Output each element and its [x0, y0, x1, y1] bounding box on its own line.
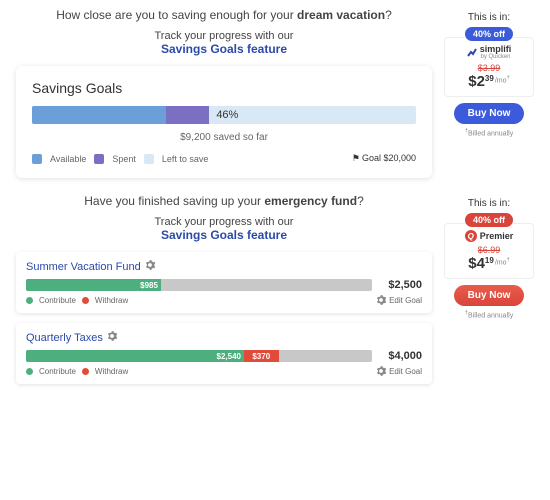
tagline: Track your progress with our	[16, 30, 432, 42]
pct-off-badge: 40% off	[465, 27, 513, 41]
billed-annually: †Billed annually	[444, 128, 534, 137]
buy-now-button[interactable]: Buy Now	[454, 285, 525, 306]
dot-contribute	[26, 297, 33, 304]
quicken-icon: Q	[465, 230, 477, 242]
gear-icon[interactable]	[145, 260, 155, 273]
offer-simplifi: This is in: 40% off simplifiby Quicken $…	[444, 8, 534, 178]
edit-goal-link[interactable]: Edit Goal	[376, 295, 422, 305]
prompt-text: How close are you to saving enough for y…	[16, 8, 432, 22]
bar-available	[32, 106, 166, 124]
brand-simplifi: simplifiby Quicken	[449, 44, 529, 60]
swatch-available	[32, 154, 42, 164]
swatch-left	[144, 154, 154, 164]
progress-bar: 46%	[32, 106, 416, 124]
old-price: $6.99	[449, 245, 529, 255]
section-dream-vacation: How close are you to saving enough for y…	[0, 0, 550, 186]
old-price: $3.99	[449, 63, 529, 73]
tagline: Track your progress with our	[16, 216, 432, 228]
card-title: Savings Goals	[32, 80, 416, 96]
savings-goals-feature-link[interactable]: Savings Goals feature	[16, 228, 432, 242]
this-is-in-label: This is in:	[444, 12, 534, 23]
bar-spent	[166, 106, 208, 124]
bar-contribute: $985	[26, 279, 161, 291]
legend: Available Spent Left to save ⚑Goal $20,0…	[32, 153, 416, 164]
progress-bar: $2,540 $370	[26, 350, 372, 362]
goal-card: Quarterly Taxes $2,540 $370 $4,000 Contr…	[16, 323, 432, 384]
new-price: $239/mo†	[449, 73, 529, 90]
this-is-in-label: This is in:	[444, 198, 534, 209]
flag-icon: ⚑	[352, 153, 360, 163]
progress-bar: $985	[26, 279, 372, 291]
new-price: $419/mo†	[449, 255, 529, 272]
contribute-label[interactable]: Contribute	[39, 367, 76, 376]
edit-goal-link[interactable]: Edit Goal	[376, 366, 422, 376]
goal-card: Summer Vacation Fund $985 $2,500 Contrib…	[16, 252, 432, 313]
withdraw-label[interactable]: Withdraw	[95, 296, 128, 305]
goal-name-link[interactable]: Summer Vacation Fund	[26, 261, 141, 273]
dot-contribute	[26, 368, 33, 375]
bar-contribute: $2,540	[26, 350, 244, 362]
price-card: Q Premier $6.99 $419/mo†	[444, 223, 534, 279]
prompt-text: Have you finished saving up your emergen…	[16, 194, 432, 208]
savings-goals-feature-link[interactable]: Savings Goals feature	[16, 42, 432, 56]
swatch-spent	[94, 154, 104, 164]
goal-total: $2,500	[380, 279, 422, 291]
contribute-label[interactable]: Contribute	[39, 296, 76, 305]
goal-amount: ⚑Goal $20,000	[352, 153, 416, 164]
section-emergency-fund: Have you finished saving up your emergen…	[0, 186, 550, 402]
gear-icon[interactable]	[107, 331, 117, 344]
bar-pct-label: 46%	[216, 109, 238, 121]
goal-name-link[interactable]: Quarterly Taxes	[26, 332, 103, 344]
withdraw-label[interactable]: Withdraw	[95, 367, 128, 376]
pct-off-badge: 40% off	[465, 213, 513, 227]
bar-withdraw: $370	[244, 350, 279, 362]
saved-so-far: $9,200 saved so far	[32, 132, 416, 143]
simplifi-icon	[467, 47, 477, 57]
savings-goals-card: Savings Goals 46% $9,200 saved so far Av…	[16, 66, 432, 178]
price-card: simplifiby Quicken $3.99 $239/mo†	[444, 37, 534, 97]
goal-total: $4,000	[380, 350, 422, 362]
buy-now-button[interactable]: Buy Now	[454, 103, 525, 124]
brand-premier: Q Premier	[449, 230, 529, 242]
offer-premier: This is in: 40% off Q Premier $6.99 $419…	[444, 194, 534, 394]
dot-withdraw	[82, 297, 89, 304]
billed-annually: †Billed annually	[444, 310, 534, 319]
dot-withdraw	[82, 368, 89, 375]
